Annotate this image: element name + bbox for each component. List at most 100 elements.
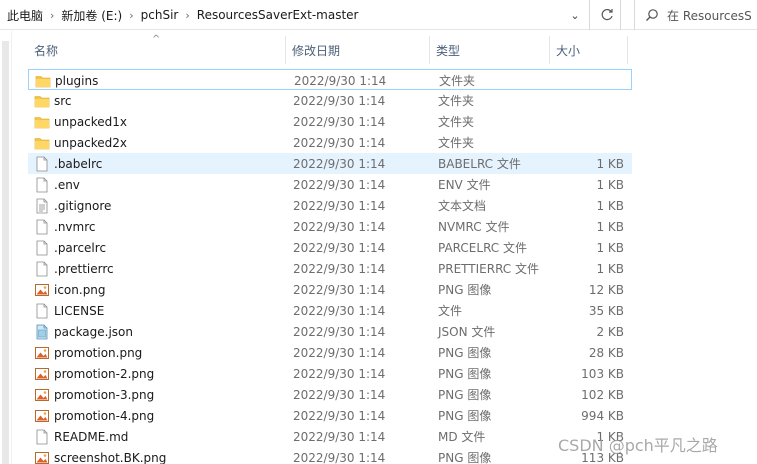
file-name-cell: .gitignore — [34, 195, 284, 216]
breadcrumb-drive[interactable]: 新加卷 (E:) — [58, 7, 125, 24]
breadcrumb-this-pc[interactable]: 此电脑 — [4, 7, 46, 24]
file-name-cell: promotion-2.png — [34, 363, 284, 384]
file-date: 2022/9/30 1:14 — [293, 240, 386, 255]
json-file-icon — [34, 324, 50, 340]
folder-icon — [34, 114, 50, 130]
file-icon — [34, 219, 50, 235]
file-date: 2022/9/30 1:14 — [293, 282, 386, 297]
file-date: 2022/9/30 1:14 — [293, 156, 386, 171]
file-name-cell: screenshot.BK.png — [34, 447, 284, 464]
file-name: .babelrc — [54, 156, 103, 171]
column-header-date[interactable]: 修改日期 — [286, 36, 430, 64]
search-input[interactable]: 在 ResourcesS — [634, 0, 757, 30]
file-name: promotion-3.png — [54, 387, 155, 402]
file-row[interactable]: promotion.png 2022/9/30 1:14 PNG 图像 28 KB — [28, 342, 632, 363]
file-row[interactable]: unpacked2x 2022/9/30 1:14 文件夹 — [28, 132, 632, 153]
file-row[interactable]: .babelrc 2022/9/30 1:14 BABELRC 文件 1 KB — [28, 153, 632, 174]
file-row[interactable]: src 2022/9/30 1:14 文件夹 — [28, 90, 632, 111]
file-type: JSON 文件 — [438, 325, 496, 339]
file-type: BABELRC 文件 — [438, 157, 521, 171]
file-type: PNG 图像 — [438, 451, 492, 464]
file-type: 文件 — [438, 304, 463, 318]
file-name-cell: unpacked2x — [34, 132, 284, 153]
file-date: 2022/9/30 1:14 — [293, 219, 386, 234]
file-row[interactable]: icon.png 2022/9/30 1:14 PNG 图像 12 KB — [28, 279, 632, 300]
chevron-down-icon[interactable]: ⌄ — [566, 6, 584, 24]
chevron-right-icon[interactable]: › — [46, 9, 58, 22]
chevron-right-icon[interactable]: › — [181, 9, 193, 22]
navigation-pane-scrollbar[interactable] — [0, 31, 12, 464]
chevron-right-icon[interactable]: › — [125, 9, 137, 22]
file-size: 1 KB — [596, 240, 624, 255]
search-placeholder: 在 ResourcesS — [667, 8, 752, 23]
search-icon — [646, 9, 658, 21]
file-row[interactable]: .prettierrc 2022/9/30 1:14 PRETTIERRC 文件 1 … — [28, 258, 632, 279]
file-name: plugins — [55, 73, 99, 88]
column-header-row: ^ 名称 修改日期 类型 大小 — [28, 34, 632, 64]
file-name: promotion.png — [54, 345, 143, 360]
file-size — [550, 132, 624, 153]
file-name: promotion-4.png — [54, 408, 155, 423]
file-row[interactable]: promotion-3.png 2022/9/30 1:14 PNG 图像 102 K… — [28, 384, 632, 405]
file-size — [550, 111, 624, 132]
refresh-icon — [601, 8, 613, 21]
image-file-icon — [34, 387, 50, 403]
address-bar[interactable]: 此电脑 › 新加卷 (E:) › pchSir › ResourcesSaver… — [0, 0, 590, 30]
file-type: 文件夹 — [439, 74, 476, 88]
image-file-icon — [34, 366, 50, 382]
refresh-button[interactable] — [593, 0, 621, 30]
file-name-cell: .parcelrc — [34, 237, 284, 258]
image-file-icon — [34, 345, 50, 361]
file-icon — [34, 240, 50, 256]
file-name-cell: README.md — [34, 426, 284, 447]
file-type: PNG 图像 — [438, 283, 492, 297]
file-date: 2022/9/30 1:14 — [293, 324, 386, 339]
file-row[interactable]: .parcelrc 2022/9/30 1:14 PARCELRC 文件 1 KB — [28, 237, 632, 258]
scrollbar-thumb[interactable] — [2, 41, 9, 464]
file-name-cell: plugins — [35, 70, 285, 91]
file-date: 2022/9/30 1:14 — [293, 366, 386, 381]
folder-icon — [35, 73, 51, 89]
file-row[interactable]: screenshot.BK.png 2022/9/30 1:14 PNG 图像 113… — [28, 447, 632, 464]
folder-icon — [34, 135, 50, 151]
file-row[interactable]: README.md 2022/9/30 1:14 MD 文件 1 KB — [28, 426, 632, 447]
image-file-icon — [34, 282, 50, 298]
file-name: .gitignore — [54, 198, 112, 213]
file-icon — [34, 429, 50, 445]
file-name: unpacked1x — [54, 114, 128, 129]
file-row[interactable]: .nvmrc 2022/9/30 1:14 NVMRC 文件 1 KB — [28, 216, 632, 237]
breadcrumb-current[interactable]: ResourcesSaverExt-master — [194, 8, 362, 22]
file-row[interactable]: package.json 2022/9/30 1:14 JSON 文件 2 KB — [28, 321, 632, 342]
column-header-type[interactable]: 类型 — [430, 36, 550, 64]
file-row[interactable]: plugins 2022/9/30 1:14 文件夹 — [28, 69, 632, 90]
file-type: NVMRC 文件 — [438, 220, 510, 234]
file-size: 12 KB — [588, 282, 624, 297]
column-header-name[interactable]: 名称 — [28, 36, 286, 64]
file-name: LICENSE — [54, 303, 105, 318]
file-name: .parcelrc — [54, 240, 107, 255]
file-name: src — [54, 93, 72, 108]
file-name-cell: .babelrc — [34, 153, 284, 174]
file-row[interactable]: promotion-4.png 2022/9/30 1:14 PNG 图像 994 K… — [28, 405, 632, 426]
file-row[interactable]: .gitignore 2022/9/30 1:14 文本文档 1 KB — [28, 195, 632, 216]
file-icon — [34, 261, 50, 277]
file-row[interactable]: .env 2022/9/30 1:14 ENV 文件 1 KB — [28, 174, 632, 195]
file-row[interactable]: LICENSE 2022/9/30 1:14 文件 35 KB — [28, 300, 632, 321]
file-date: 2022/9/30 1:14 — [293, 429, 386, 444]
file-date: 2022/9/30 1:14 — [293, 177, 386, 192]
file-name-cell: package.json — [34, 321, 284, 342]
file-name: .nvmrc — [54, 219, 96, 234]
file-row[interactable]: promotion-2.png 2022/9/30 1:14 PNG 图像 103 K… — [28, 363, 632, 384]
file-name: icon.png — [54, 282, 106, 297]
file-name-cell: promotion-4.png — [34, 405, 284, 426]
file-size: 103 KB — [581, 366, 624, 381]
column-header-size[interactable]: 大小 — [550, 36, 628, 64]
file-type: PNG 图像 — [438, 388, 492, 402]
file-type: PNG 图像 — [438, 346, 492, 360]
file-size: 1 KB — [596, 198, 624, 213]
file-row[interactable]: unpacked1x 2022/9/30 1:14 文件夹 — [28, 111, 632, 132]
file-type: 文件夹 — [438, 136, 475, 150]
file-name-cell: promotion.png — [34, 342, 284, 363]
breadcrumb-folder[interactable]: pchSir — [138, 8, 182, 22]
file-size: 2 KB — [596, 324, 624, 339]
